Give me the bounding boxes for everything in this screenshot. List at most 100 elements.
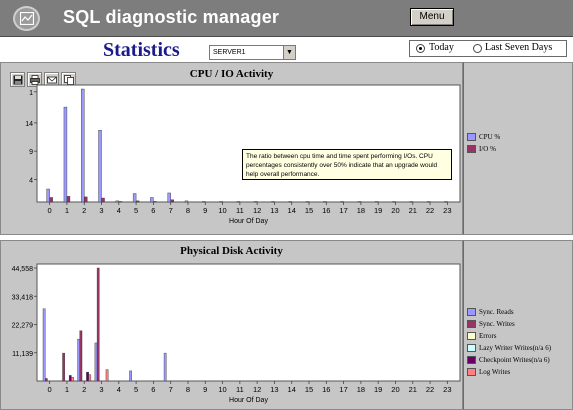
- legend-item: CPU %: [467, 133, 500, 143]
- x-tick-label: 8: [186, 385, 190, 394]
- legend-label: Lazy Writer Writes(n/a 6): [479, 344, 552, 352]
- legend-swatch: [467, 308, 476, 317]
- x-tick-label: 19: [374, 206, 382, 215]
- y-tick-label: 44,558: [12, 266, 34, 273]
- x-tick-label: 18: [357, 206, 365, 215]
- bar: [153, 201, 157, 203]
- legend-item: Log Writes: [467, 368, 510, 378]
- x-tick-label: 5: [134, 385, 138, 394]
- bar: [81, 88, 85, 203]
- legend-item: Sync. Reads: [467, 308, 514, 318]
- x-tick-label: 1: [65, 206, 69, 215]
- menu-button[interactable]: Menu: [410, 8, 454, 26]
- server-select[interactable]: SERVER1 ▼: [209, 45, 296, 60]
- bar: [63, 106, 68, 203]
- x-tick-label: 17: [339, 385, 347, 394]
- x-tick-label: 2: [82, 385, 86, 394]
- time-range-group: Today Last Seven Days: [409, 40, 567, 57]
- x-tick-label: 21: [409, 385, 417, 394]
- bar: [115, 200, 120, 203]
- x-tick-label: 21: [409, 206, 417, 215]
- x-tick-label: 0: [48, 385, 52, 394]
- bar: [374, 201, 379, 203]
- bar: [84, 196, 88, 203]
- legend-label: Sync. Writes: [479, 320, 515, 328]
- legend-item: Errors: [467, 332, 497, 342]
- app-title: SQL diagnostic manager: [63, 7, 280, 27]
- y-tick-label: 33,418: [12, 294, 34, 301]
- bar: [271, 201, 275, 203]
- y-tick-label: 14: [25, 121, 33, 128]
- chart-tooltip: The ratio between cpu time and time spen…: [242, 149, 452, 180]
- bar: [135, 200, 140, 203]
- x-tick-label: 2: [82, 206, 86, 215]
- bar: [163, 352, 167, 382]
- bar: [357, 201, 362, 203]
- legend-item: Sync. Writes: [467, 320, 515, 330]
- radio-last-seven-days[interactable]: [473, 44, 482, 53]
- bar: [288, 201, 292, 203]
- radio-today-label[interactable]: Today: [429, 42, 454, 53]
- chevron-down-icon[interactable]: ▼: [283, 46, 295, 59]
- x-tick-label: 11: [236, 206, 244, 215]
- x-tick-label: 17: [339, 206, 347, 215]
- x-tick-label: 10: [218, 385, 226, 394]
- x-tick-label: 13: [270, 385, 278, 394]
- legend-item: I/O %: [467, 145, 496, 155]
- bar: [170, 199, 174, 203]
- bar: [167, 192, 171, 203]
- y-tick-label: 1: [29, 90, 33, 97]
- bar: [118, 201, 123, 203]
- radio-last-seven-days-label[interactable]: Last Seven Days: [485, 42, 552, 53]
- x-tick-label: 1: [65, 385, 69, 394]
- bar: [98, 130, 102, 203]
- bar: [94, 342, 98, 382]
- legend-swatch: [467, 332, 476, 341]
- legend-label: CPU %: [479, 133, 501, 141]
- bar: [150, 197, 154, 203]
- bar: [129, 370, 132, 382]
- bar: [132, 193, 137, 203]
- y-tick-label: 4: [29, 177, 33, 184]
- x-tick-label: 15: [305, 206, 313, 215]
- x-tick-label: 9: [203, 206, 207, 215]
- x-tick-label: 20: [391, 385, 399, 394]
- x-tick-label: 18: [357, 385, 365, 394]
- legend-label: Log Writes: [479, 368, 511, 376]
- x-tick-label: 16: [322, 385, 330, 394]
- bar: [426, 201, 431, 203]
- app-logo-icon: [13, 6, 40, 31]
- x-tick-label: 7: [169, 385, 173, 394]
- x-tick-label: 13: [270, 206, 278, 215]
- x-tick-label: 22: [426, 206, 434, 215]
- bar: [42, 308, 46, 382]
- disk-chart: 11,13922,27933,41844,5580 1 2 3 4 5 6 7 8 9 10 11 12…: [12, 263, 461, 404]
- radio-today[interactable]: [416, 44, 425, 53]
- legend-swatch: [467, 320, 476, 329]
- bar: [323, 201, 327, 203]
- x-tick-label: 16: [322, 206, 330, 215]
- x-tick-label: 5: [134, 206, 138, 215]
- bar: [49, 197, 53, 203]
- app-header: SQL diagnostic manager Menu: [0, 0, 573, 37]
- bar: [71, 376, 74, 382]
- x-axis-label: Hour Of Day: [229, 397, 268, 404]
- legend-label: Errors: [479, 332, 497, 340]
- y-tick-label: 22,279: [12, 323, 34, 330]
- x-tick-label: 0: [48, 206, 52, 215]
- page-title: Statistics: [103, 39, 180, 61]
- x-tick-label: 11: [236, 385, 244, 394]
- x-tick-label: 10: [218, 206, 226, 215]
- bar: [105, 369, 109, 382]
- x-tick-label: 20: [391, 206, 399, 215]
- bar: [236, 201, 241, 203]
- x-tick-label: 7: [169, 206, 173, 215]
- y-tick-label: 11,139: [12, 351, 33, 358]
- bar: [62, 352, 65, 382]
- legend-swatch: [467, 133, 476, 142]
- legend-swatch: [467, 356, 476, 365]
- legend-swatch: [467, 145, 476, 154]
- x-tick-label: 22: [426, 385, 434, 394]
- legend-label: I/O %: [479, 145, 496, 153]
- legend-label: Checkpoint Writes(n/a 6): [479, 356, 550, 364]
